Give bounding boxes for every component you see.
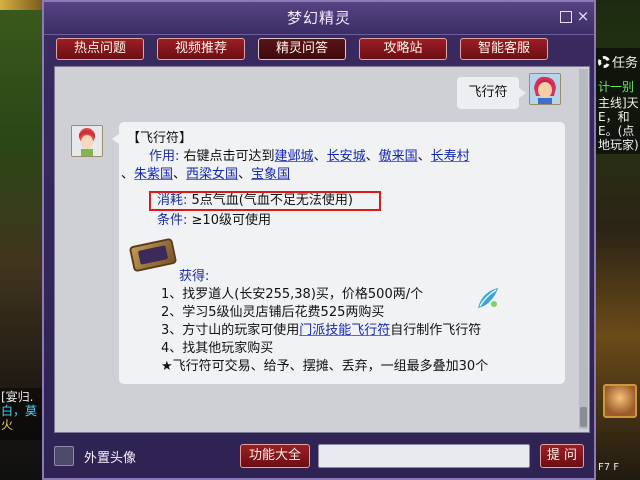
player-portrait-thumb[interactable]	[603, 384, 637, 418]
tab-bar: 热点问题 视频推荐 精灵问答 攻略站 智能客服	[56, 38, 548, 60]
city-separator: 、	[121, 167, 135, 182]
title-bar[interactable]: 梦幻精灵 ×	[44, 2, 594, 35]
reply-title: 【飞行符】	[127, 131, 193, 146]
spirit-reply-bubble: 【飞行符】 作用: 右键点击可达到建邺城、长安城、傲来国、长寿村 、朱紫国、西梁…	[112, 122, 565, 384]
obtain-item: 2、学习5级仙灵店铺后花费525两购买	[161, 305, 385, 320]
tab-spirit-qa[interactable]: 精灵问答	[258, 38, 346, 60]
task-line: E，和	[598, 110, 630, 124]
task-line: 地玩家)	[598, 138, 639, 152]
user-avatar-icon	[530, 74, 560, 104]
user-message-bubble: 飞行符	[457, 77, 526, 109]
use-label: 作用:	[149, 149, 180, 164]
city-separator: 、	[365, 149, 379, 164]
city-link-jianye[interactable]: 建邺城	[275, 149, 314, 164]
task-title-label: 任务	[612, 56, 639, 71]
user-avatar	[529, 73, 561, 105]
scrollbar-thumb[interactable]	[580, 407, 587, 427]
obtain-note: ★飞行符可交易、给予、摆摊、丢弃，一组最多叠加30个	[161, 359, 489, 374]
window-title: 梦幻精灵	[286, 9, 351, 27]
use-line-cont: 、朱紫国、西梁女国、宝象国	[121, 166, 290, 184]
city-link-changshou[interactable]: 长寿村	[431, 149, 470, 164]
maximize-button[interactable]	[560, 11, 572, 23]
obtain-item: 4、找其他玩家购买	[161, 341, 274, 356]
gear-icon[interactable]	[598, 56, 610, 68]
condition-line: 条件: ≥10级可使用	[157, 212, 271, 230]
external-avatar-label: 外置头像	[84, 451, 137, 466]
game-chat-line: 火	[1, 418, 14, 432]
city-link-baoxiang[interactable]: 宝象国	[251, 167, 290, 182]
task-line: 计一别	[598, 80, 635, 94]
condition-label: 条件:	[157, 213, 188, 228]
obtain-item-3: 3、方寸山的玩家可使用门派技能飞行符自行制作飞行符	[161, 322, 481, 340]
highlight-box	[149, 191, 381, 211]
chat-panel: 飞行符 【飞行符】 作用: 右键点击可达到建邺城、长安城、傲来国、长寿村 、朱紫…	[54, 66, 590, 433]
external-avatar-checkbox[interactable]	[54, 446, 74, 466]
tab-smart-service[interactable]: 智能客服	[460, 38, 548, 60]
game-chat-panel: [宴归. 白，莫 火	[0, 388, 42, 440]
obtain-label: 获得:	[179, 269, 210, 284]
hotkey-hint: F7 F	[598, 462, 620, 473]
tab-video-recommend[interactable]: 视频推荐	[157, 38, 245, 60]
city-separator: 、	[173, 167, 187, 182]
task-line: 主线]天	[598, 96, 639, 110]
bottom-bar: 外置头像 功能大全 提 问	[44, 438, 594, 478]
city-separator: 、	[417, 149, 431, 164]
game-chat-line: [宴归.	[1, 390, 34, 404]
chat-scrollbar[interactable]	[579, 69, 588, 429]
use-text: 右键点击可达到	[183, 149, 275, 164]
city-separator: 、	[238, 167, 252, 182]
obtain-label-line: 获得:	[179, 268, 209, 286]
obtain-item: 1、找罗道人(长安255,38)买，价格500两/个	[161, 287, 424, 302]
feather-icon	[478, 288, 498, 308]
task-panel-title[interactable]: 任务	[598, 52, 638, 71]
tab-hot-questions[interactable]: 热点问题	[56, 38, 144, 60]
ask-button[interactable]: 提 问	[540, 444, 584, 468]
question-input[interactable]	[318, 444, 530, 468]
flying-talisman-item-icon	[128, 237, 178, 273]
spirit-avatar	[71, 125, 103, 157]
close-button[interactable]: ×	[576, 9, 590, 24]
condition-text: ≥10级可使用	[191, 213, 271, 228]
game-chat-line: 白，莫	[1, 404, 38, 418]
spirit-helper-dialog: 梦幻精灵 × 热点问题 视频推荐 精灵问答 攻略站 智能客服 飞行符 【飞行符】…	[42, 0, 596, 480]
city-link-changan[interactable]: 长安城	[327, 149, 366, 164]
use-line: 作用: 右键点击可达到建邺城、长安城、傲来国、长寿村	[149, 148, 470, 166]
city-link-aolai[interactable]: 傲来国	[379, 149, 418, 164]
sect-skill-link[interactable]: 门派技能飞行符	[299, 323, 390, 338]
city-separator: 、	[313, 149, 327, 164]
city-link-xiliang[interactable]: 西梁女国	[186, 167, 238, 182]
spirit-avatar-icon	[72, 126, 102, 156]
all-features-button[interactable]: 功能大全	[240, 444, 310, 468]
obtain-item-3-suffix: 自行制作飞行符	[390, 323, 482, 338]
task-line: E。(点	[598, 124, 635, 138]
obtain-item-3-prefix: 3、方寸山的玩家可使用	[161, 323, 300, 338]
game-hud-corner	[0, 0, 42, 10]
tab-guide-site[interactable]: 攻略站	[359, 38, 447, 60]
city-link-zhuzi[interactable]: 朱紫国	[134, 167, 173, 182]
